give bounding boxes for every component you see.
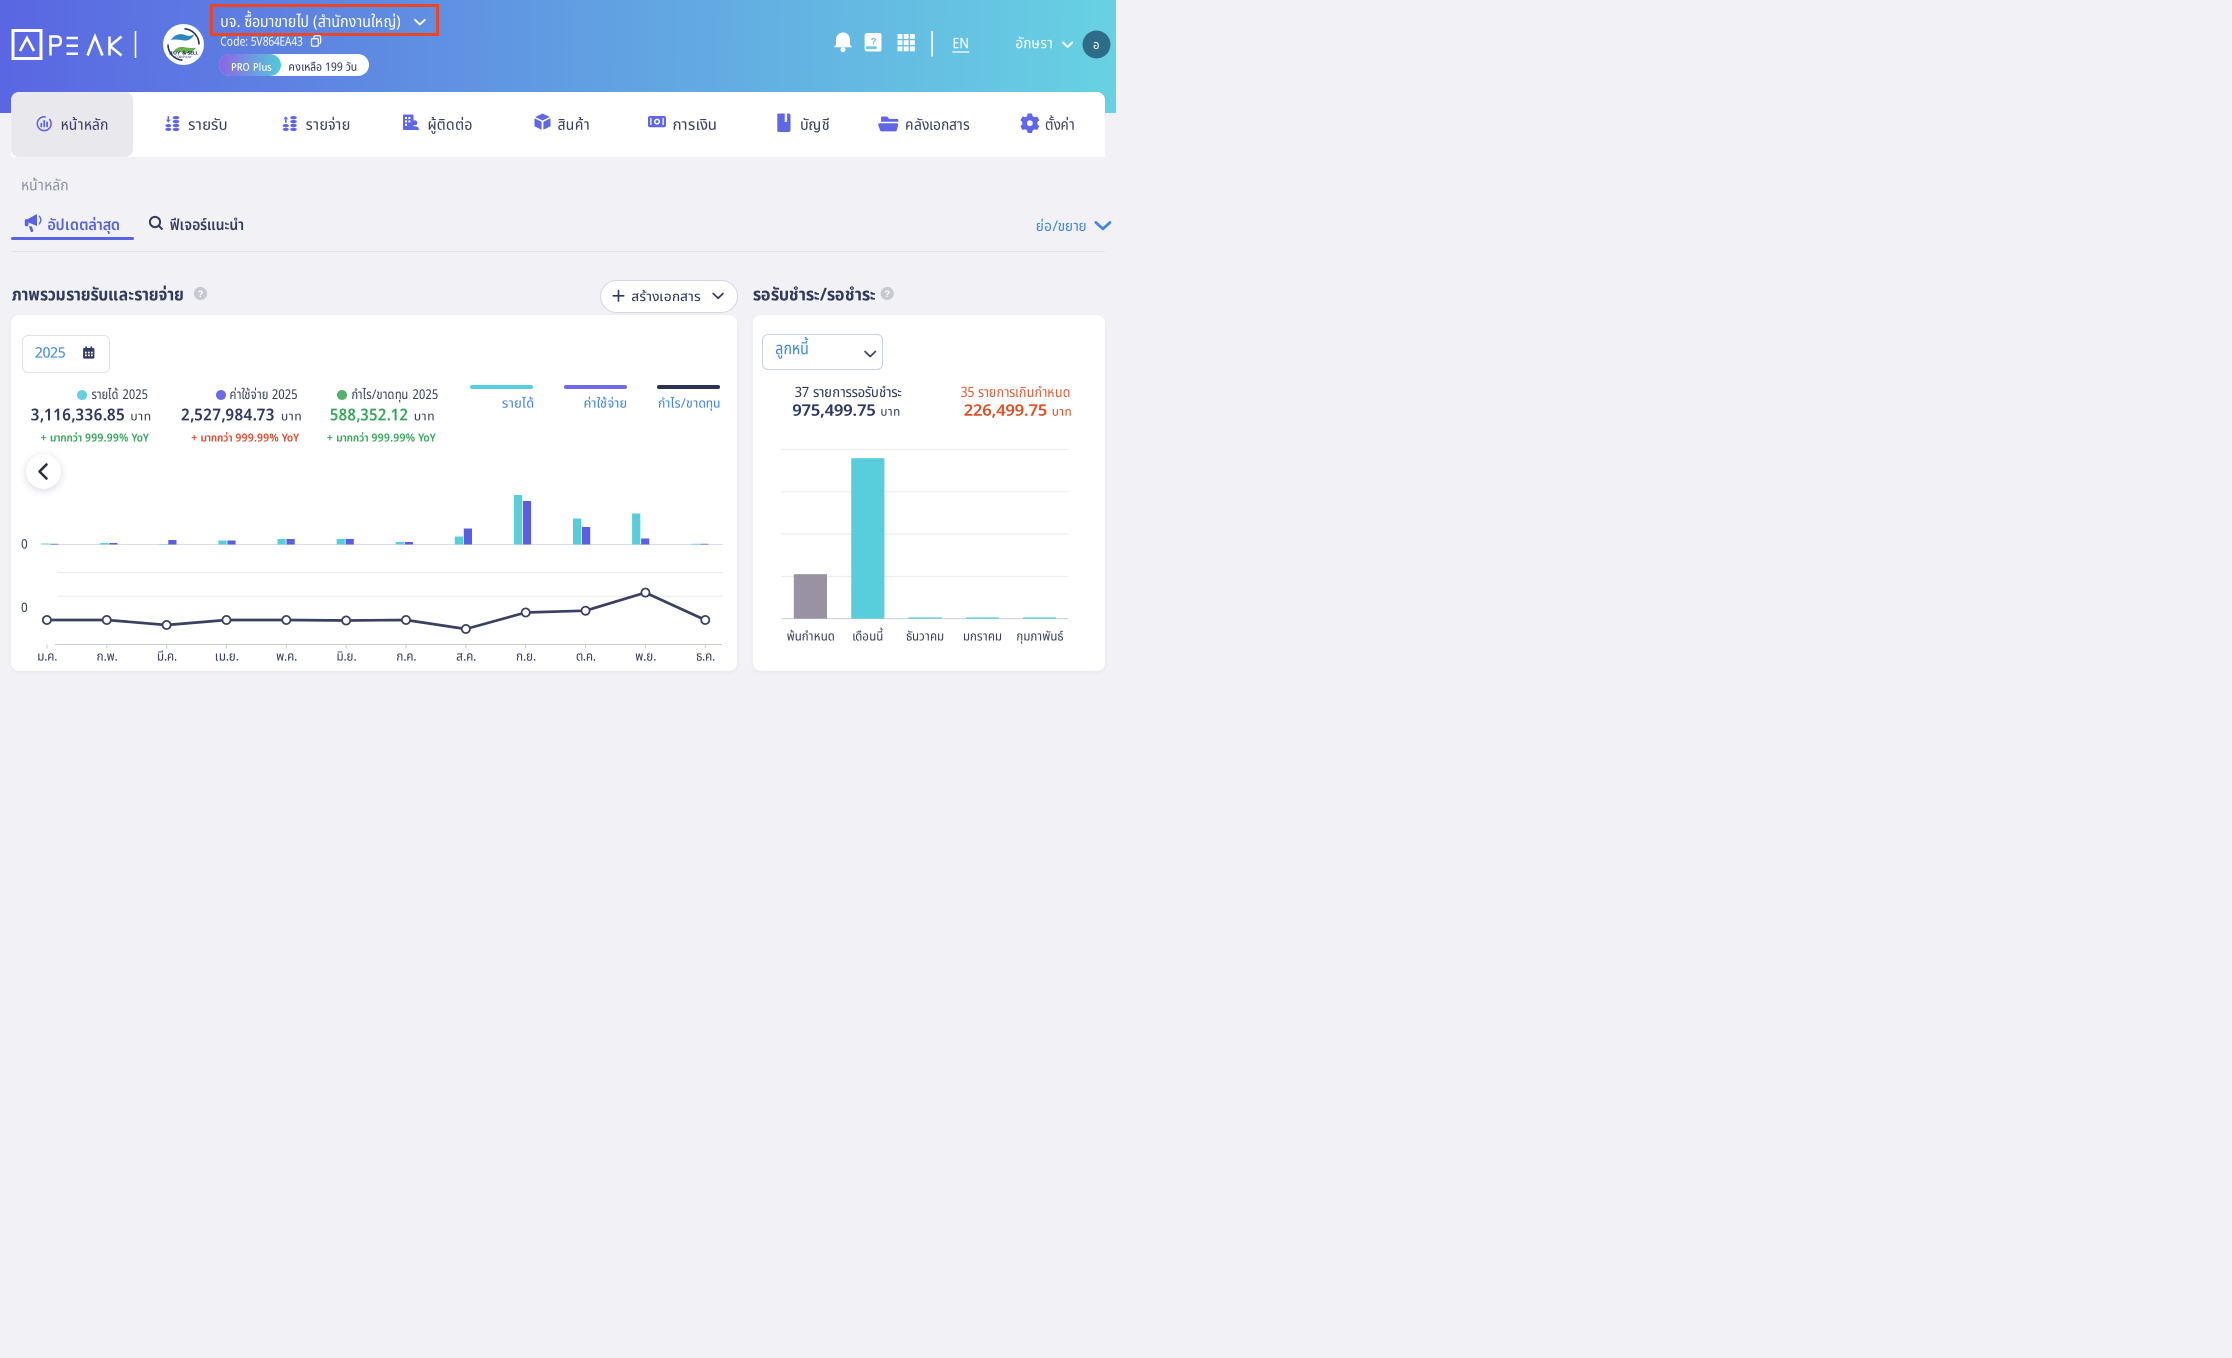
svg-text:?: ? (198, 289, 204, 300)
svg-text:?: ? (871, 37, 877, 48)
svg-text:?: ? (884, 289, 890, 300)
